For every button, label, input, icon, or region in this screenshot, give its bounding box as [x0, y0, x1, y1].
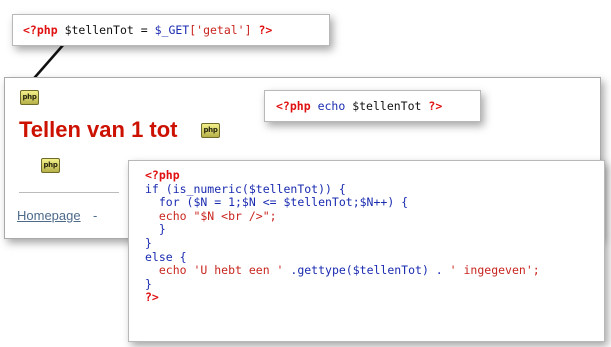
- variable-tellentot: $tellenTot: [352, 99, 422, 113]
- assign-operator: =: [133, 23, 155, 37]
- php-badge-icon: php: [20, 90, 39, 105]
- code-line-echo-else-start: echo 'U hebt een ': [145, 263, 284, 278]
- code-line-close: }: [145, 222, 166, 237]
- php-open-tag: <?php: [276, 99, 311, 113]
- variable-tellentot: $tellenTot: [64, 23, 134, 37]
- php-open-tag: <?php: [23, 23, 58, 37]
- divider: [19, 192, 119, 193]
- callout-get-assignment: <?php $tellenTot = $_GET['getal'] ?>: [12, 14, 330, 46]
- code-block: <?php if (is_numeric($tellenTot)) { for …: [145, 168, 540, 305]
- echo-keyword: echo: [317, 99, 346, 113]
- php-badge-icon: php: [201, 123, 220, 138]
- code-line-echo-else-mid: .gettype($tellenTot) .: [283, 263, 450, 278]
- code-line-close: }: [145, 276, 152, 291]
- callout-loop-code: <?php if (is_numeric($tellenTot)) { for …: [128, 160, 605, 342]
- code-line-get: <?php $tellenTot = $_GET['getal'] ?>: [23, 23, 272, 37]
- code-line-echo-else-end: ' ingegeven';: [449, 263, 540, 278]
- page-heading: Tellen van 1 tot: [19, 117, 178, 142]
- php-close-tag: ?>: [428, 99, 443, 113]
- code-line-close: }: [145, 235, 152, 250]
- link-separator: -: [93, 208, 98, 223]
- get-key: ['getal']: [189, 23, 252, 37]
- code-line-else: else {: [145, 249, 187, 264]
- code-line-for: for ($N = 1;$N <= $tellenTot;$N++) {: [145, 195, 409, 210]
- php-open-tag: <?php: [145, 168, 180, 182]
- superglobal-get: $_GET: [154, 23, 190, 37]
- php-close-tag: ?>: [258, 23, 273, 37]
- code-line-echo-n: echo "$N <br />";: [145, 208, 277, 223]
- code-line-echo: <?php echo $tellenTot ?>: [276, 99, 442, 113]
- homepage-link[interactable]: Homepage: [17, 208, 81, 223]
- code-line-if: if (is_numeric($tellenTot)) {: [145, 181, 346, 196]
- php-badge-icon: php: [41, 158, 60, 173]
- php-close-tag: ?>: [145, 290, 159, 305]
- callout-echo: <?php echo $tellenTot ?>: [264, 90, 481, 122]
